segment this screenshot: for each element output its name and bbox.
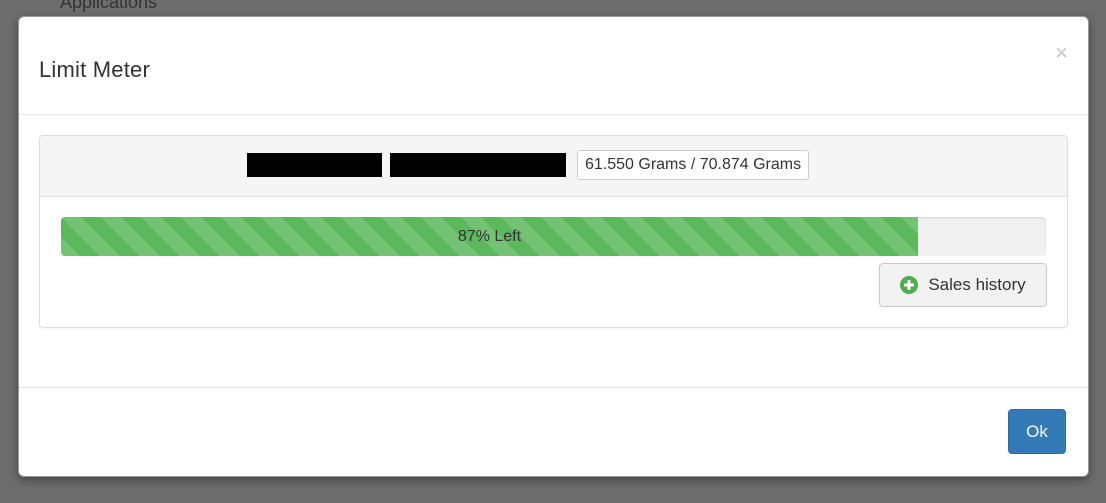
sales-history-label: Sales history [928, 275, 1026, 294]
usage-label: 61.550 Grams / 70.874 Grams [577, 150, 810, 180]
modal-header: Limit Meter × [19, 17, 1088, 115]
close-icon[interactable]: × [1055, 42, 1068, 64]
limit-meter-modal: Limit Meter × 61.550 Grams / 70.874 Gram… [18, 16, 1089, 477]
background-text: Applications [60, 0, 158, 12]
modal-footer: Ok [19, 387, 1088, 476]
redacted-block [390, 153, 566, 177]
plus-circle-icon [900, 276, 919, 294]
modal-title: Limit Meter [39, 57, 150, 82]
limit-panel: 61.550 Grams / 70.874 Grams 87% Left Sal… [39, 135, 1068, 328]
progress-label: 87% Left [457, 228, 522, 245]
redacted-block [247, 153, 382, 177]
ok-button[interactable]: Ok [1008, 409, 1066, 454]
sales-history-button[interactable]: Sales history [879, 263, 1047, 307]
limit-progress: 87% Left [61, 217, 1046, 256]
panel-heading: 61.550 Grams / 70.874 Grams [40, 136, 1067, 197]
